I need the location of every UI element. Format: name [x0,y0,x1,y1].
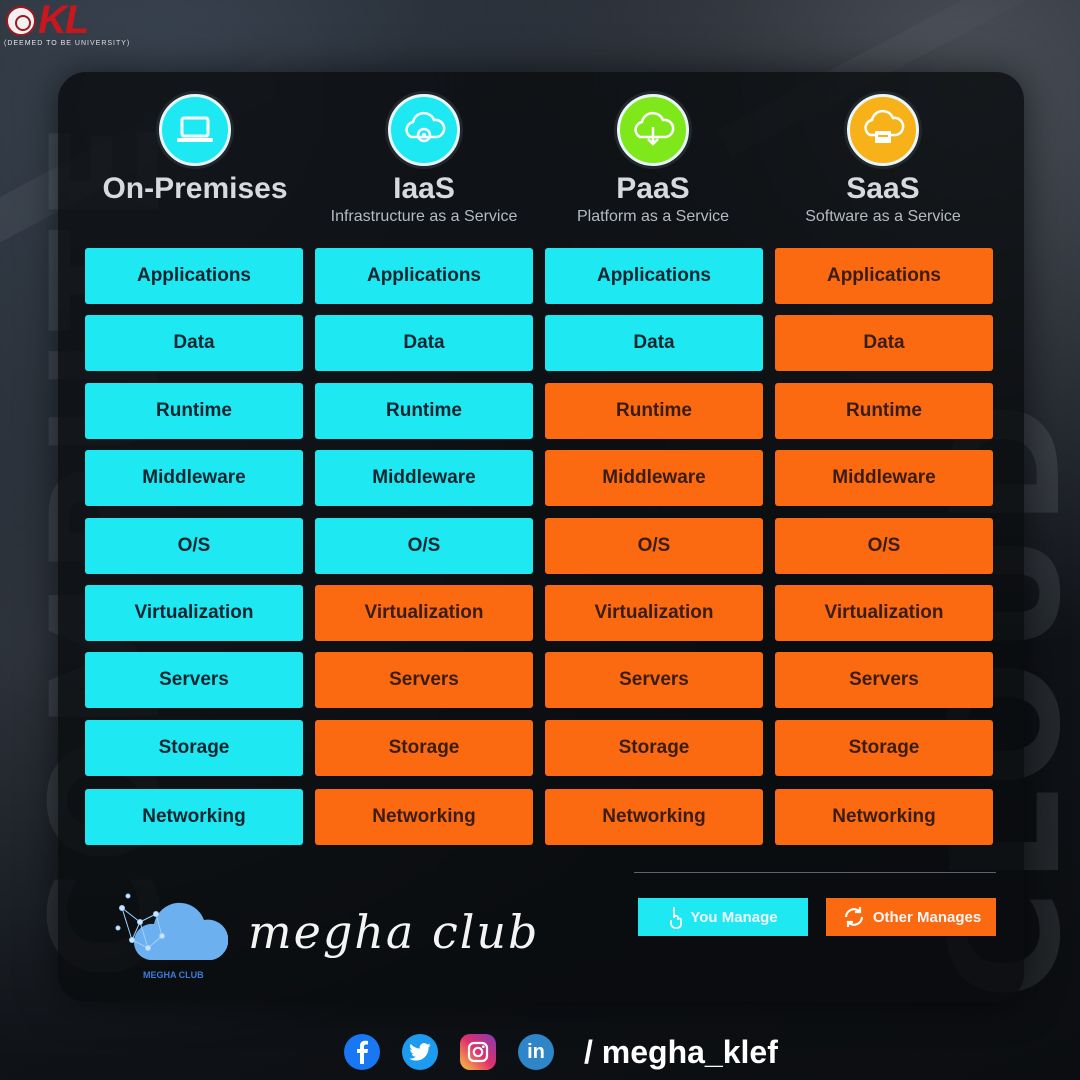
legend-other-manages: Other Manages [826,898,996,936]
laptop-icon [159,94,231,166]
stack-cell-applications: Applications [85,248,303,304]
hand-pointer-icon [670,907,683,929]
refresh-arrows-icon [844,907,863,927]
stack-cell-middleware: Middleware [775,450,993,506]
cloud-download-icon [617,94,689,166]
social-bar: in / megha_klef [344,1032,778,1072]
stack-cell-servers: Servers [545,652,763,708]
stack-cell-virtualization: Virtualization [775,585,993,641]
stack-cell-applications: Applications [775,248,993,304]
stack-cell-virtualization: Virtualization [545,585,763,641]
stack-cell-runtime: Runtime [315,383,533,439]
cloud-gear-icon [388,94,460,166]
legend-other-manages-label: Other Manages [872,908,982,926]
legend-divider [634,872,996,873]
social-handle: / megha_klef [584,1033,778,1070]
stack-cell-middleware: Middleware [545,450,763,506]
stack-cell-storage: Storage [85,720,303,776]
legend-you-manage-label: You Manage [690,908,778,926]
stack-cell-runtime: Runtime [85,383,303,439]
stack-cell-storage: Storage [775,720,993,776]
university-seal-icon [6,6,36,36]
stack-cell-virtualization: Virtualization [85,585,303,641]
column-title: SaaS [846,172,920,205]
twitter-icon[interactable] [402,1034,438,1070]
stack-cell-virtualization: Virtualization [315,585,533,641]
stack-cell-networking: Networking [315,789,533,845]
megha-club-caption: MEGHA CLUB [143,970,204,980]
stack-cell-storage: Storage [545,720,763,776]
stack-cell-data: Data [315,315,533,371]
stack-cell-o-s: O/S [775,518,993,574]
column-title: On-Premises [102,172,288,205]
stack-cell-o-s: O/S [545,518,763,574]
column-title: IaaS [393,172,455,205]
stack-cell-applications: Applications [545,248,763,304]
stack-cell-runtime: Runtime [775,383,993,439]
stack-cell-servers: Servers [775,652,993,708]
stack-cell-data: Data [775,315,993,371]
kl-logo-letters: KL [38,0,89,42]
stack-cell-networking: Networking [85,789,303,845]
column-header-iaas: IaaS Infrastructure as a Service [309,94,539,226]
stack-cell-o-s: O/S [85,518,303,574]
stack-cell-data: Data [85,315,303,371]
megha-club-script-title: megha club [248,905,540,959]
column-header-saas: SaaS Software as a Service [768,94,998,226]
facebook-icon[interactable] [344,1034,380,1070]
column-subtitle: Infrastructure as a Service [330,208,518,225]
legend-you-manage: You Manage [638,898,808,936]
stack-cell-servers: Servers [85,652,303,708]
stack-cell-o-s: O/S [315,518,533,574]
column-subtitle: Platform as a Service [576,208,730,225]
stack-cell-networking: Networking [545,789,763,845]
stack-cell-storage: Storage [315,720,533,776]
kl-logo-subtitle: (DEEMED TO BE UNIVERSITY) [4,40,131,47]
stack-cell-applications: Applications [315,248,533,304]
cloud-window-icon [847,94,919,166]
stack-cell-middleware: Middleware [85,450,303,506]
stack-cell-runtime: Runtime [545,383,763,439]
column-header-on-premises: On-Premises [80,94,310,206]
column-subtitle: Software as a Service [805,208,961,225]
linkedin-icon-text: in [527,1040,545,1063]
stack-cell-data: Data [545,315,763,371]
stack-cell-networking: Networking [775,789,993,845]
column-title: PaaS [616,172,690,205]
stack-cell-servers: Servers [315,652,533,708]
stack-cell-middleware: Middleware [315,450,533,506]
instagram-icon[interactable] [460,1034,496,1070]
linkedin-icon[interactable]: in [518,1034,554,1070]
kl-university-logo: KL (DEEMED TO BE UNIVERSITY) [2,0,129,48]
column-header-paas: PaaS Platform as a Service [538,94,768,226]
